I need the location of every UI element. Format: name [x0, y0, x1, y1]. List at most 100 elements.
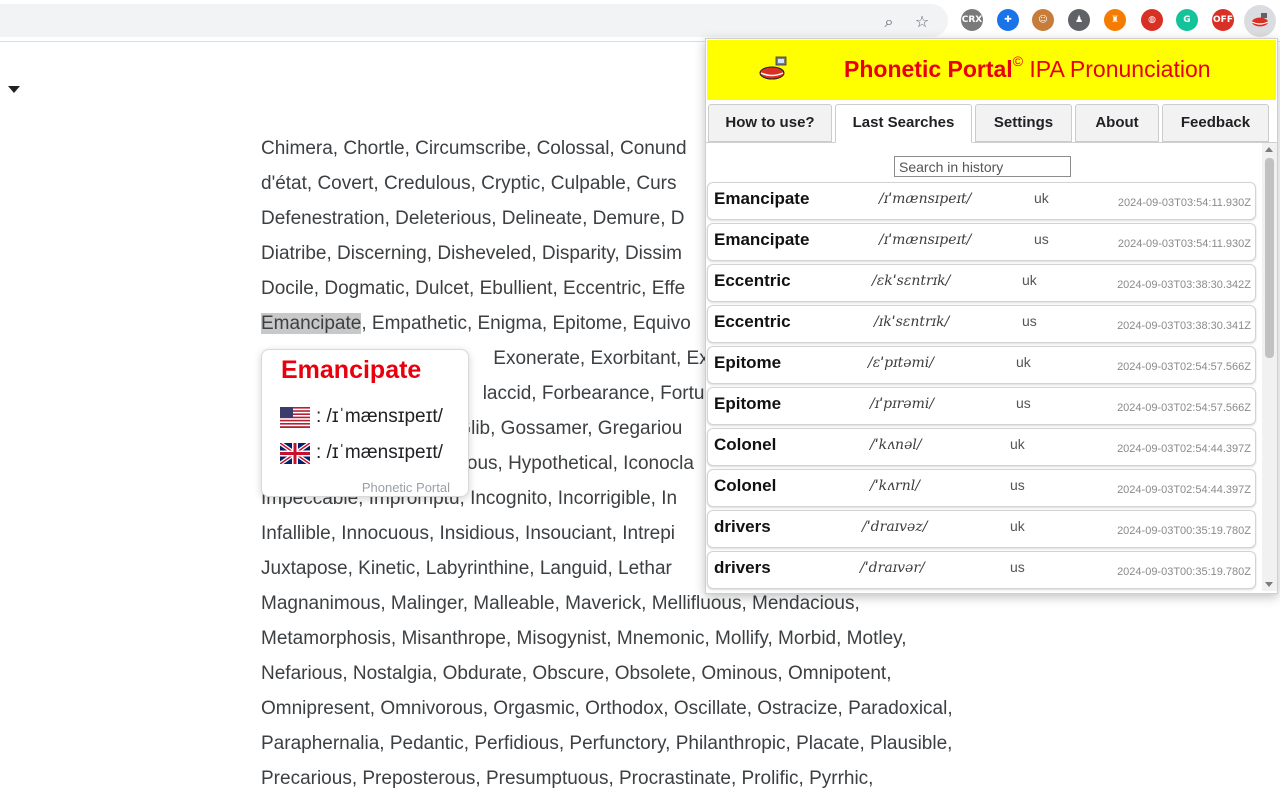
tooltip-uk-ipa: : /ɪˈmænsɪpeɪt/	[316, 442, 443, 463]
history-timestamp: 2024-09-03T02:54:44.397Z	[1117, 484, 1251, 496]
word-list-text: Juxtapose, Kinetic, Labyrinthine, Langui…	[261, 558, 672, 579]
history-timestamp: 2024-09-03T03:54:11.930Z	[1117, 238, 1251, 250]
crx-extension-icon[interactable]: CRX	[961, 9, 983, 31]
history-dialect: us	[1034, 231, 1049, 247]
magnifier-zoom-icon[interactable]: ⌕	[880, 13, 898, 31]
word-list-text: Chimera, Chortle, Circumscribe, Colossal…	[261, 138, 687, 159]
history-row[interactable]: Colonel/ˈkʌrnl/us 2024-09-03T02:54:44.397…	[707, 469, 1256, 507]
word-list-text: Metamorphosis, Misanthrope, Misogynist, …	[261, 628, 907, 649]
history-ipa: /ˈdraɪvəz/	[862, 519, 928, 535]
word-list-text: Infallible, Innocuous, Insidious, Insouc…	[261, 523, 676, 544]
tab-last-searches[interactable]: Last Searches	[835, 104, 972, 143]
tooltip-uk-row: : /ɪˈmænsɪpeɪt/	[280, 442, 443, 464]
history-row[interactable]: Eccentric/ɪkˈsɛntrɪk/us 2024-09-03T03:38:…	[707, 305, 1256, 343]
grammarly-extension-icon[interactable]: G	[1176, 9, 1198, 31]
tooltip-us-row: : /ɪˈmænsɪpeɪt/	[280, 406, 443, 428]
highlighted-word[interactable]: Emancipate	[261, 313, 362, 334]
history-row[interactable]: drivers/ˈdraɪvər/us 2024-09-03T00:35:19.7…	[707, 551, 1256, 589]
word-list-line: Precarious, Preposterous, Presumptuous, …	[261, 761, 1021, 796]
history-dialect: us	[1016, 395, 1031, 411]
uk-flag-icon[interactable]	[280, 442, 310, 464]
word-list-text: Omnipresent, Omnivorous, Orgasmic, Ortho…	[261, 698, 953, 719]
phonetic-portal-popup: Phonetic Portal© IPA Pronunciation How t…	[705, 38, 1278, 594]
history-word: drivers	[714, 517, 771, 536]
word-list-text: Paraphernalia, Pedantic, Perfidious, Per…	[261, 733, 953, 754]
history-timestamp: 2024-09-03T03:38:30.341Z	[1117, 320, 1251, 332]
word-list-text: Precarious, Preposterous, Presumptuous, …	[261, 768, 874, 789]
history-word: drivers	[714, 558, 771, 577]
word-list-text: Docile, Dogmatic, Dulcet, Ebullient, Ecc…	[261, 278, 686, 299]
history-timestamp: 2024-09-03T02:54:57.566Z	[1117, 361, 1251, 373]
history-dialect: us	[1010, 477, 1025, 493]
history-word: Colonel	[714, 476, 777, 495]
popup-title-brand: Phonetic Portal	[844, 56, 1013, 82]
history-dialect: us	[1010, 559, 1025, 575]
history-row[interactable]: Eccentric/ɛkˈsɛntrɪk/uk 2024-09-03T03:38:…	[707, 264, 1256, 302]
history-ipa: /ɪˈpɪrəmi/	[870, 396, 935, 412]
phonetic-portal-extension-button[interactable]	[1244, 5, 1276, 37]
scroll-up-arrow-icon[interactable]	[1265, 147, 1273, 152]
history-word: Colonel	[714, 435, 777, 454]
history-ipa: /ɛˈpɪtəmi/	[868, 355, 935, 371]
history-row[interactable]: Emancipate/ɪˈmænsɪpeɪt/uk 2024-09-03T03:5…	[707, 182, 1256, 220]
lips-icon	[1251, 13, 1269, 27]
star-icon[interactable]: ☆	[913, 13, 931, 31]
us-flag-icon[interactable]	[280, 406, 310, 428]
history-timestamp: 2024-09-03T00:35:19.780Z	[1117, 525, 1251, 537]
orange-extension-icon[interactable]: ♜	[1104, 9, 1126, 31]
history-ipa: /ˈkʌrnl/	[870, 478, 920, 494]
robot-extension-icon[interactable]: ♟	[1068, 9, 1090, 31]
history-word: Eccentric	[714, 312, 791, 331]
tooltip-word: Emancipate	[281, 356, 422, 384]
history-timestamp: 2024-09-03T03:54:11.930Z	[1117, 197, 1251, 209]
history-row[interactable]: Colonel/ˈkʌnəl/uk 2024-09-03T02:54:44.397…	[707, 428, 1256, 466]
globe-extension-icon[interactable]: ◍	[1141, 9, 1163, 31]
tab-settings[interactable]: Settings	[975, 104, 1072, 142]
copyright-mark: ©	[1012, 53, 1024, 69]
history-word: Emancipate	[714, 230, 810, 249]
word-list-line: Nefarious, Nostalgia, Obdurate, Obscure,…	[261, 656, 1021, 691]
word-list-text: , Empathetic, Enigma, Epitome, Equivo	[361, 313, 691, 334]
lips-logo-icon	[759, 56, 787, 80]
pronunciation-tooltip: Emancipate : /ɪˈmænsɪpeɪt/ : /ɪˈmænsɪpeɪ…	[261, 349, 469, 497]
popup-title-subtitle: IPA Pronunciation	[1023, 56, 1211, 82]
history-timestamp: 2024-09-03T02:54:57.566Z	[1117, 402, 1251, 414]
history-ipa: /ˈdraɪvər/	[860, 560, 925, 576]
blue-circle-extension-icon[interactable]: ✚	[997, 9, 1019, 31]
history-row[interactable]: Emancipate/ɪˈmænsɪpeɪt/us 2024-09-03T03:5…	[707, 223, 1256, 261]
history-ipa: /ɪˈmænsɪpeɪt/	[879, 191, 972, 207]
history-word: Eccentric	[714, 271, 791, 290]
word-list-text: Defenestration, Deleterious, Delineate, …	[261, 208, 685, 229]
history-word: Epitome	[714, 353, 782, 372]
word-list-line: Paraphernalia, Pedantic, Perfidious, Per…	[261, 726, 1021, 761]
history-word: Epitome	[714, 394, 782, 413]
off-badge-extension-icon[interactable]: OFF	[1212, 9, 1234, 31]
history-row[interactable]: drivers/ˈdraɪvəz/uk 2024-09-03T00:35:19.7…	[707, 510, 1256, 548]
history-dialect: us	[1022, 313, 1037, 329]
word-list-text: Nefarious, Nostalgia, Obdurate, Obscure,…	[261, 663, 892, 684]
history-dialect: uk	[1034, 190, 1049, 206]
history-search-input[interactable]	[894, 156, 1071, 177]
address-bar[interactable]: ⌕ ☆	[0, 4, 948, 37]
history-scrollbar[interactable]	[1262, 143, 1277, 591]
tab-how-to-use[interactable]: How to use?	[708, 104, 832, 142]
history-timestamp: 2024-09-03T00:35:19.780Z	[1117, 566, 1251, 578]
popup-title: Phonetic Portal© IPA Pronunciation	[844, 53, 1211, 83]
person-extension-icon[interactable]: ☺	[1032, 9, 1054, 31]
scroll-down-arrow-icon[interactable]	[1265, 582, 1273, 587]
browser-toolbar: ⌕ ☆ CRX ✚ ☺ ♟ ♜ ◍ G OFF	[0, 0, 1280, 42]
history-ipa: /ɪkˈsɛntrɪk/	[874, 314, 950, 330]
history-dialect: uk	[1010, 518, 1025, 534]
tab-about[interactable]: About	[1075, 104, 1159, 142]
history-row[interactable]: Epitome/ɪˈpɪrəmi/us 2024-09-03T02:54:57.5…	[707, 387, 1256, 425]
word-list-line: Omnipresent, Omnivorous, Orgasmic, Ortho…	[261, 691, 1021, 726]
collapse-caret-icon[interactable]	[8, 86, 20, 93]
history-row[interactable]: Epitome/ɛˈpɪtəmi/uk 2024-09-03T02:54:57.5…	[707, 346, 1256, 384]
popup-header: Phonetic Portal© IPA Pronunciation	[707, 40, 1276, 100]
word-list-text: Diatribe, Discerning, Disheveled, Dispar…	[261, 243, 682, 264]
word-list-line: Metamorphosis, Misanthrope, Misogynist, …	[261, 621, 1021, 656]
tab-feedback[interactable]: Feedback	[1162, 104, 1269, 142]
history-ipa: /ɪˈmænsɪpeɪt/	[879, 232, 972, 248]
tooltip-us-ipa: : /ɪˈmænsɪpeɪt/	[316, 406, 443, 427]
scrollbar-thumb[interactable]	[1265, 158, 1274, 358]
